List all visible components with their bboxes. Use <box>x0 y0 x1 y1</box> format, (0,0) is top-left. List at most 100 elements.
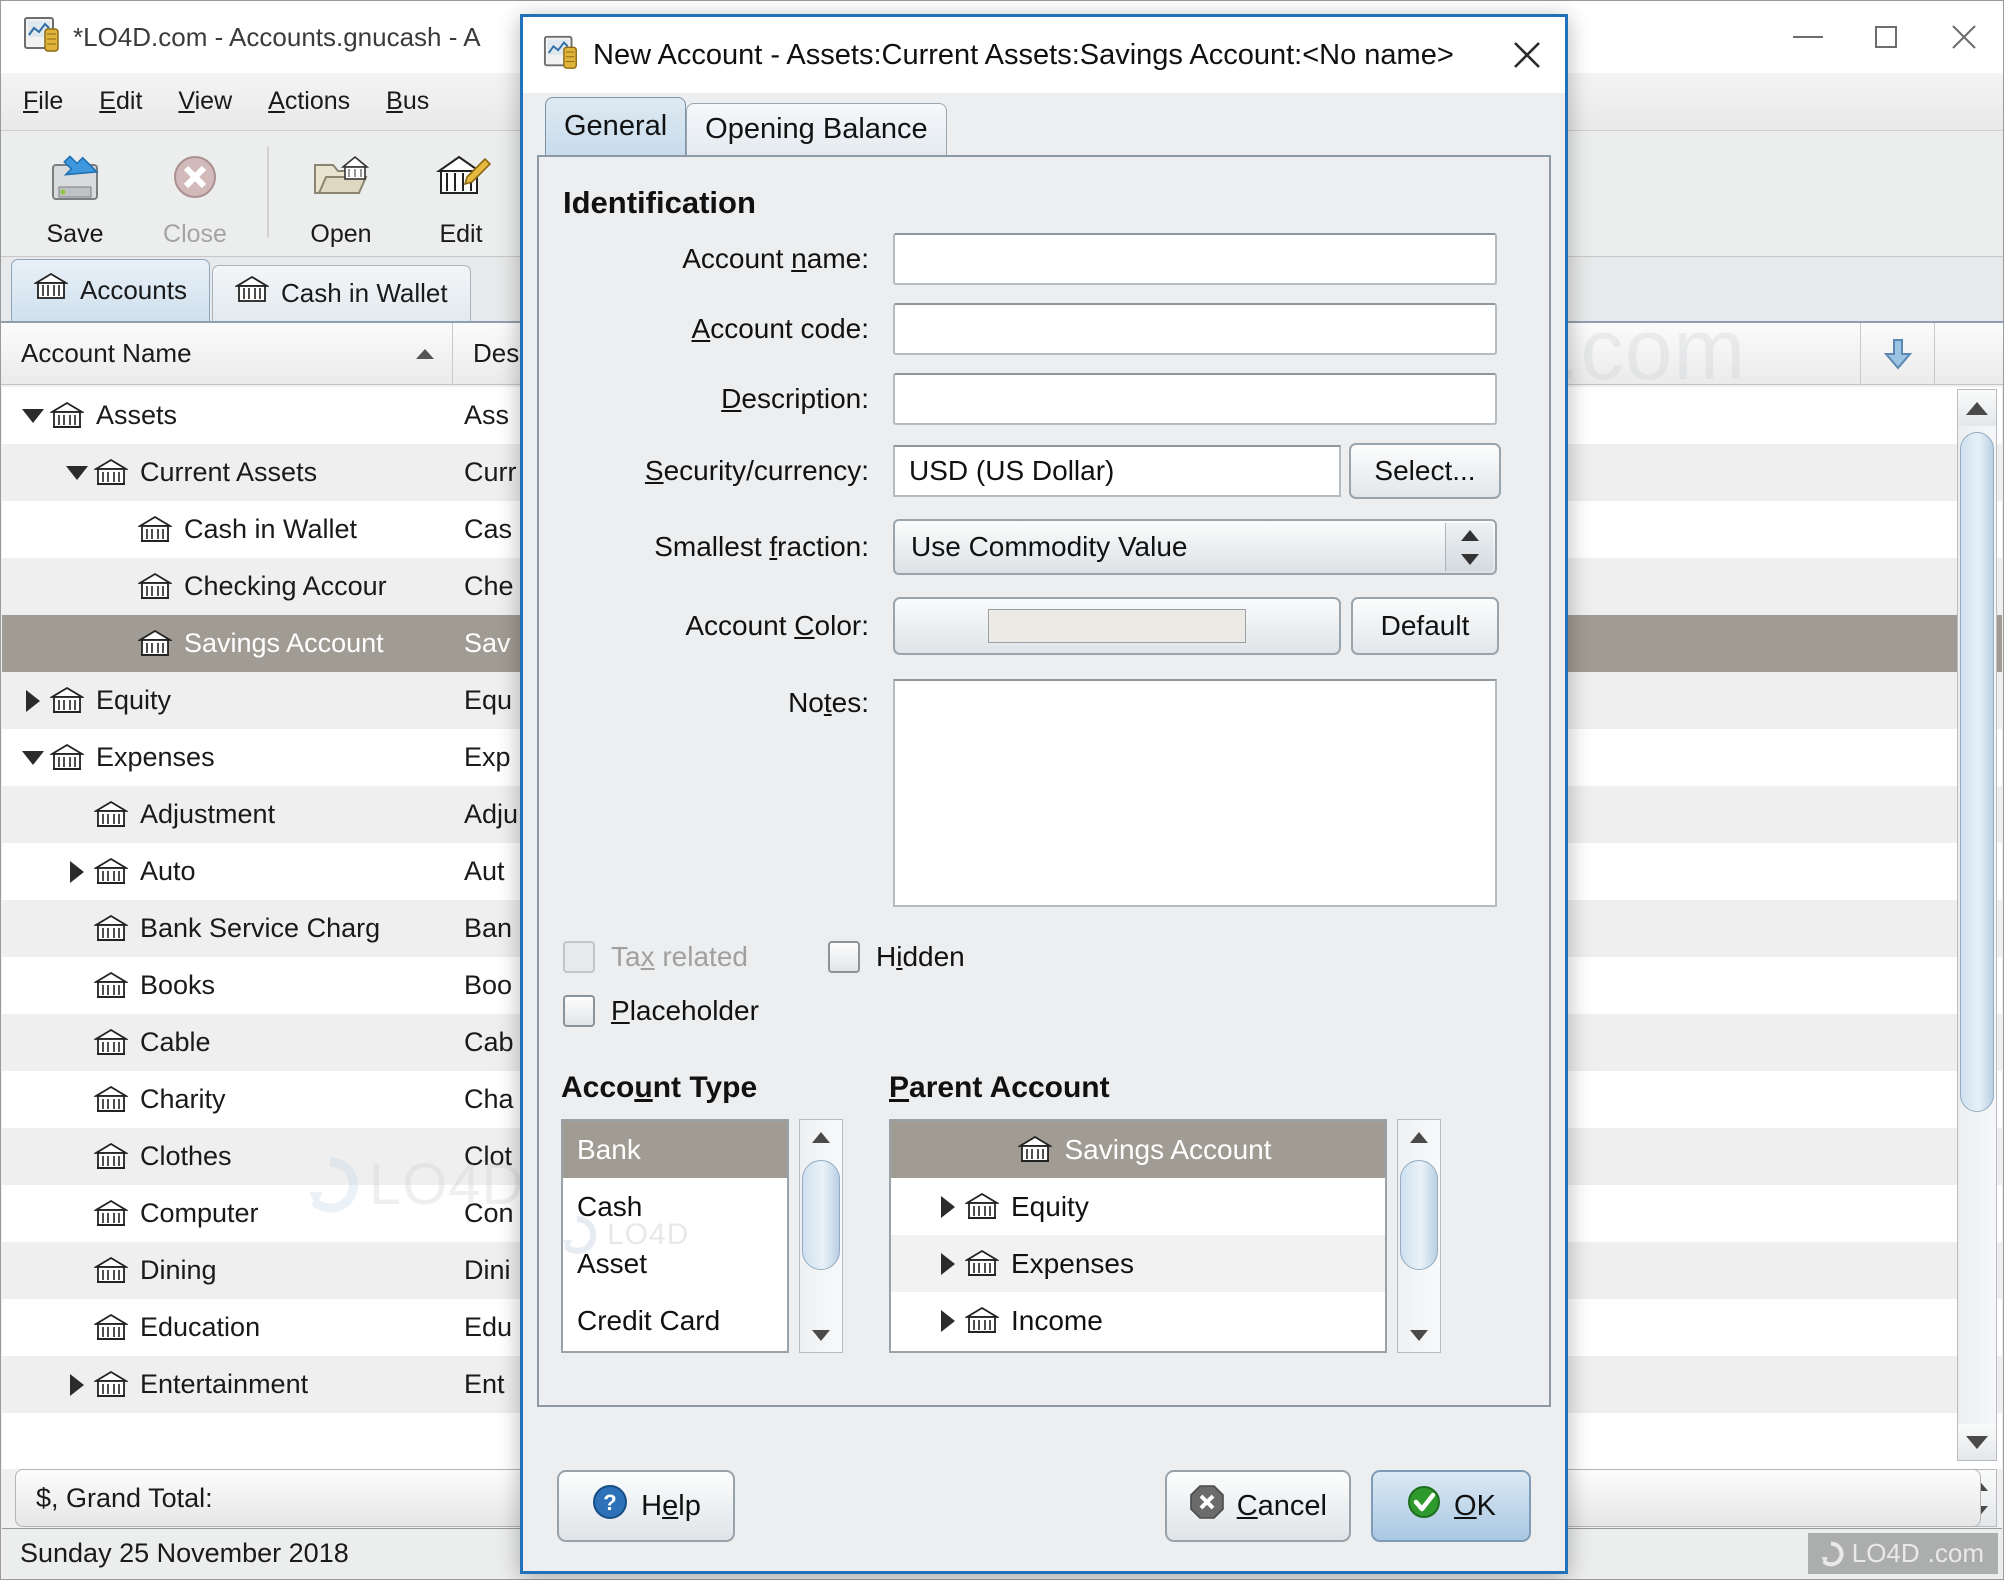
tree-expander[interactable] <box>931 1252 965 1275</box>
account-type-item-label: Cash <box>577 1190 643 1222</box>
tree-expander[interactable] <box>16 750 50 765</box>
menu-view[interactable]: View <box>178 87 232 116</box>
scrollbar-thumb[interactable] <box>1960 432 1994 1112</box>
parent-account-item[interactable]: Income <box>891 1292 1385 1349</box>
account-type-item[interactable]: Asset <box>563 1235 787 1292</box>
bank-icon <box>50 743 84 773</box>
menu-business[interactable]: Bus <box>386 87 429 116</box>
account-tree-scrollbar[interactable] <box>1957 389 1997 1461</box>
toolbar-close-label: Close <box>163 220 227 248</box>
tree-expander[interactable] <box>931 1309 965 1332</box>
toolbar-edit-button[interactable]: Edit <box>401 139 521 251</box>
tree-expander[interactable] <box>16 408 50 423</box>
account-tree-row-name: Expenses <box>96 742 215 772</box>
toolbar-close-button[interactable]: Close <box>135 139 255 251</box>
tab-accounts[interactable]: Accounts <box>11 259 210 321</box>
notes-label: Notes: <box>788 687 869 718</box>
tree-expander[interactable] <box>60 860 94 883</box>
account-color-label: Account Color: <box>685 610 869 641</box>
select-currency-button[interactable]: Select... <box>1349 443 1501 499</box>
tree-expander[interactable] <box>60 465 94 480</box>
account-tree-row-name: Auto <box>140 856 196 886</box>
toolbar-open-button[interactable]: Open <box>281 139 401 251</box>
dialog-tab-general[interactable]: General <box>545 97 687 155</box>
menu-edit[interactable]: Edit <box>99 87 142 116</box>
dialog-close-icon[interactable] <box>1489 17 1565 93</box>
checkbox-row-1: Tax related Hidden <box>539 941 1549 973</box>
scroll-down-button[interactable] <box>1958 1424 1996 1460</box>
bank-icon <box>1018 1135 1053 1165</box>
scrollbar-thumb[interactable] <box>802 1160 840 1270</box>
scroll-up-button[interactable] <box>800 1120 842 1154</box>
account-type-item[interactable]: Bank <box>563 1121 787 1178</box>
scroll-down-button[interactable] <box>1398 1318 1440 1352</box>
account-tree-row-description: Boo <box>464 970 513 1000</box>
field-row-notes: Notes: <box>539 679 1549 907</box>
account-type-group: Account Type Bank Cash Asset Credit Card <box>561 1071 843 1353</box>
close-icon[interactable] <box>1925 1 2003 73</box>
placeholder-checkbox[interactable] <box>563 995 595 1027</box>
description-label: Description: <box>721 383 869 414</box>
parent-account-item[interactable]: Savings Account <box>891 1121 1385 1178</box>
cancel-button[interactable]: Cancel <box>1164 1470 1351 1542</box>
toolbar-save-button[interactable]: Save <box>15 139 135 251</box>
hidden-checkbox[interactable] <box>827 941 860 973</box>
account-name-input[interactable] <box>893 233 1497 285</box>
scroll-up-button[interactable] <box>1958 390 1996 426</box>
tree-expander[interactable] <box>60 1373 94 1396</box>
column-chooser-button[interactable] <box>1861 322 1935 385</box>
account-tree-row-description: Curr <box>464 457 517 487</box>
notes-textarea[interactable] <box>893 679 1497 907</box>
scrollbar-thumb[interactable] <box>1400 1160 1438 1270</box>
account-tree-row-description: Ass <box>464 400 510 430</box>
tree-expander[interactable] <box>16 689 50 712</box>
security-currency-input[interactable]: USD (US Dollar) <box>893 445 1341 497</box>
main-window-title: *LO4D.com - Accounts.gnucash - A <box>73 21 481 52</box>
account-tree-row-description: Equ <box>464 685 513 715</box>
account-color-default-button[interactable]: Default <box>1351 597 1499 655</box>
tree-expander[interactable] <box>931 1195 965 1218</box>
save-icon <box>43 149 107 214</box>
watermark-text: LO4D <box>1851 1538 1920 1568</box>
account-type-item[interactable]: Cash <box>563 1178 787 1235</box>
account-type-item[interactable]: Credit Card <box>563 1292 787 1349</box>
smallest-fraction-combo[interactable]: Use Commodity Value <box>893 519 1497 575</box>
parent-account-list[interactable]: Savings Account Equity Expenses Income <box>889 1119 1387 1353</box>
bank-icon <box>94 971 128 1001</box>
toolbar-save-label: Save <box>46 220 104 248</box>
account-type-list[interactable]: Bank Cash Asset Credit Card <box>561 1119 789 1353</box>
account-type-scrollbar[interactable] <box>799 1119 843 1353</box>
dialog-general-panel: Identification Account name: Account cod… <box>537 155 1551 1407</box>
parent-account-item[interactable]: Expenses <box>891 1235 1385 1292</box>
menu-actions[interactable]: Actions <box>268 87 350 116</box>
smallest-fraction-spinner[interactable] <box>1445 523 1493 571</box>
account-tree-row-name: Cash in Wallet <box>184 514 358 544</box>
description-input[interactable] <box>893 373 1497 425</box>
bank-icon <box>94 914 128 944</box>
bank-icon <box>50 401 84 431</box>
parent-account-scrollbar[interactable] <box>1397 1119 1441 1353</box>
scroll-down-button[interactable] <box>800 1318 842 1352</box>
account-code-label: Account code: <box>691 313 869 344</box>
menu-file[interactable]: File <box>23 87 63 116</box>
help-button[interactable]: ? Help <box>557 1470 735 1542</box>
minimize-icon[interactable] <box>1769 1 1847 73</box>
account-tree-row-description: Sav <box>464 628 511 658</box>
toolbar-separator <box>267 147 269 237</box>
account-tree-row-description: Con <box>464 1198 514 1228</box>
bank-icon <box>138 629 172 659</box>
scroll-up-button[interactable] <box>1398 1120 1440 1154</box>
parent-account-item[interactable]: Equity <box>891 1178 1385 1235</box>
account-code-input[interactable] <box>893 303 1497 355</box>
account-tree-row-name: Books <box>140 970 216 1000</box>
maximize-icon[interactable] <box>1847 1 1925 73</box>
bank-icon <box>94 1028 128 1058</box>
ok-button[interactable]: OK <box>1371 1470 1531 1542</box>
account-color-button[interactable] <box>893 597 1341 655</box>
column-header-account-name[interactable]: Account Name <box>1 322 453 385</box>
tab-cash-in-wallet[interactable]: Cash in Wallet <box>211 265 471 321</box>
account-type-item-label: Bank <box>577 1133 641 1165</box>
tax-related-checkbox[interactable] <box>563 941 595 973</box>
dialog-tab-general-label: General <box>564 110 668 142</box>
dialog-tab-opening-balance[interactable]: Opening Balance <box>686 103 947 155</box>
